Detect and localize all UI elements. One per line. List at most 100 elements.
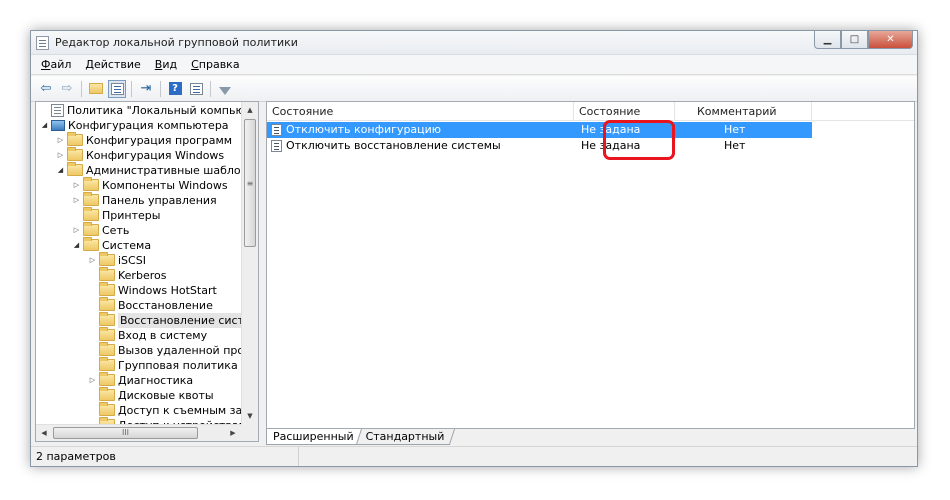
- tree-item[interactable]: ▷ Диагностика: [36, 372, 194, 388]
- tree-item[interactable]: Дисковые квоты: [36, 387, 214, 403]
- tree-item[interactable]: ▷ Конфигурация Windows: [36, 147, 225, 163]
- column-header-name[interactable]: Состояние: [267, 102, 574, 121]
- expand-arrow-icon[interactable]: ▷: [72, 178, 81, 193]
- up-folder-icon[interactable]: [87, 80, 105, 98]
- tab-standard[interactable]: Стандартный: [355, 429, 455, 445]
- expand-arrow-icon[interactable]: ▷: [88, 253, 97, 268]
- tree-item-label: Диагностика: [118, 374, 194, 387]
- tree-item[interactable]: ▷ Конфигурация программ: [36, 132, 232, 148]
- forward-arrow-icon[interactable]: ⇨: [58, 80, 76, 98]
- tree-item[interactable]: Windows HotStart: [36, 282, 217, 298]
- menu-bar: Файл Действие Вид Справка: [31, 55, 917, 75]
- tree-item[interactable]: Принтеры: [36, 207, 160, 223]
- scroll-thumb[interactable]: ≡: [244, 119, 256, 247]
- status-text: 2 параметров: [31, 447, 299, 466]
- tree-item-label: Вызов удаленной процеду: [118, 344, 241, 357]
- toolbar-separator: [81, 80, 82, 97]
- tree-item[interactable]: ◢ Система: [36, 237, 151, 253]
- tree-pane-icon: [110, 82, 124, 95]
- setting-state: Не задана: [581, 139, 641, 152]
- collapse-arrow-icon[interactable]: ◢: [40, 118, 49, 133]
- tree-item[interactable]: Доступ к съемным запом: [36, 402, 241, 418]
- console-tree: Политика "Локальный компьютер" ◢ Конфигура…: [35, 101, 259, 442]
- tree-item[interactable]: ▷ Панель управления: [36, 192, 217, 208]
- folder-icon: [99, 327, 115, 341]
- properties-icon[interactable]: [187, 80, 205, 98]
- tree-item-label: Доступ к съемным запом: [118, 404, 241, 417]
- expand-arrow-icon[interactable]: ▷: [56, 133, 65, 148]
- folder-icon: [67, 132, 83, 146]
- policy-icon: [51, 104, 64, 117]
- tree-item[interactable]: ▷ iSCSI: [36, 252, 146, 268]
- maximize-button[interactable]: □: [841, 31, 868, 49]
- menu-help[interactable]: Справка: [191, 58, 239, 71]
- collapse-arrow-icon[interactable]: ◢: [56, 163, 65, 178]
- setting-state: Не задана: [581, 123, 641, 136]
- tree-item[interactable]: ◢ Административные шаблоны: [36, 162, 241, 178]
- tree-item-label: Политика "Локальный компьютер": [67, 104, 241, 117]
- tab-extended[interactable]: Расширенный: [266, 429, 362, 445]
- tree-item-label: Групповая политика: [118, 359, 238, 372]
- window-title: Редактор локальной групповой политики: [55, 36, 298, 49]
- tree-item[interactable]: Восстановление: [36, 297, 213, 313]
- menu-view[interactable]: Вид: [155, 58, 177, 71]
- tree-item-label: Восстановление: [118, 299, 213, 312]
- expand-arrow-icon[interactable]: ▷: [88, 373, 97, 388]
- scroll-right-arrow-icon[interactable]: ▶: [225, 425, 241, 441]
- folder-icon: [99, 342, 115, 356]
- scroll-thumb[interactable]: III: [53, 427, 198, 439]
- menu-action[interactable]: Действие: [85, 58, 140, 71]
- scroll-up-arrow-icon[interactable]: ▲: [242, 102, 258, 118]
- expand-arrow-icon[interactable]: ▷: [72, 193, 81, 208]
- tree-item[interactable]: Kerberos: [36, 267, 167, 283]
- expand-arrow-icon[interactable]: ▷: [72, 223, 81, 238]
- tree-item[interactable]: Политика "Локальный компьютер": [36, 103, 241, 118]
- tree-item[interactable]: Вызов удаленной процеду: [36, 342, 241, 358]
- setting-comment: Нет: [724, 123, 746, 136]
- tree-item-label: iSCSI: [118, 254, 146, 267]
- back-arrow-icon[interactable]: ⇦: [37, 80, 55, 98]
- expand-arrow-icon[interactable]: ▷: [56, 148, 65, 163]
- collapse-arrow-icon[interactable]: ◢: [72, 238, 81, 253]
- folder-icon: [67, 147, 83, 161]
- tree-item-label: Дисковые квоты: [118, 389, 214, 402]
- show-tree-icon[interactable]: [108, 79, 126, 98]
- tree-item-label: Kerberos: [118, 269, 167, 282]
- tree-item[interactable]: Вход в систему: [36, 327, 208, 343]
- tree-item[interactable]: Восстановление системы: [36, 312, 241, 328]
- folder-icon: [99, 312, 115, 326]
- scroll-down-arrow-icon[interactable]: ▼: [242, 408, 258, 424]
- settings-list: Состояние Состояние Комментарий Отключит…: [266, 101, 915, 429]
- minimize-button[interactable]: ▁: [814, 31, 841, 49]
- setting-comment: Нет: [724, 139, 746, 152]
- folder-icon: [99, 387, 115, 401]
- tree-item[interactable]: ▷ Компоненты Windows: [36, 177, 228, 193]
- table-row[interactable]: Отключить восстановление системы Не задан…: [267, 138, 812, 154]
- tree-item-label: Вход в систему: [118, 329, 208, 342]
- menu-file[interactable]: Файл: [41, 58, 71, 71]
- tree-horizontal-scrollbar[interactable]: ◀ III ▶: [36, 424, 241, 441]
- scroll-left-arrow-icon[interactable]: ◀: [36, 425, 52, 441]
- close-button[interactable]: ✕: [868, 31, 913, 49]
- export-list-icon[interactable]: ⇥: [137, 80, 155, 98]
- tree-item[interactable]: ◢ Конфигурация компьютера: [36, 118, 229, 133]
- tree-list: Политика "Локальный компьютер" ◢ Конфигура…: [36, 102, 241, 424]
- gpedit-window: Редактор локальной групповой политики ▁ …: [30, 30, 918, 467]
- help-icon[interactable]: ?: [166, 80, 184, 98]
- tree-item[interactable]: Групповая политика: [36, 357, 238, 373]
- tree-item-label: Административные шаблоны: [86, 164, 241, 177]
- folder-icon: [83, 177, 99, 191]
- tree-vertical-scrollbar[interactable]: ▲ ≡ ▼: [241, 102, 258, 424]
- table-row[interactable]: Отключить конфигурацию Не задана Нет: [267, 122, 812, 138]
- column-header-comment[interactable]: Комментарий: [675, 102, 812, 121]
- title-bar[interactable]: Редактор локальной групповой политики ▁ …: [31, 31, 917, 55]
- filter-icon[interactable]: [216, 80, 234, 98]
- toolbar: ⇦ ⇨ ⇥ ?: [31, 76, 917, 102]
- folder-icon: [83, 192, 99, 206]
- folder-icon: [67, 162, 83, 176]
- column-header-state[interactable]: Состояние: [574, 102, 675, 121]
- folder-icon: [99, 267, 115, 281]
- tree-item-label: Конфигурация Windows: [86, 149, 225, 162]
- tree-item[interactable]: ▷ Сеть: [36, 222, 129, 238]
- scroll-corner: [241, 424, 258, 441]
